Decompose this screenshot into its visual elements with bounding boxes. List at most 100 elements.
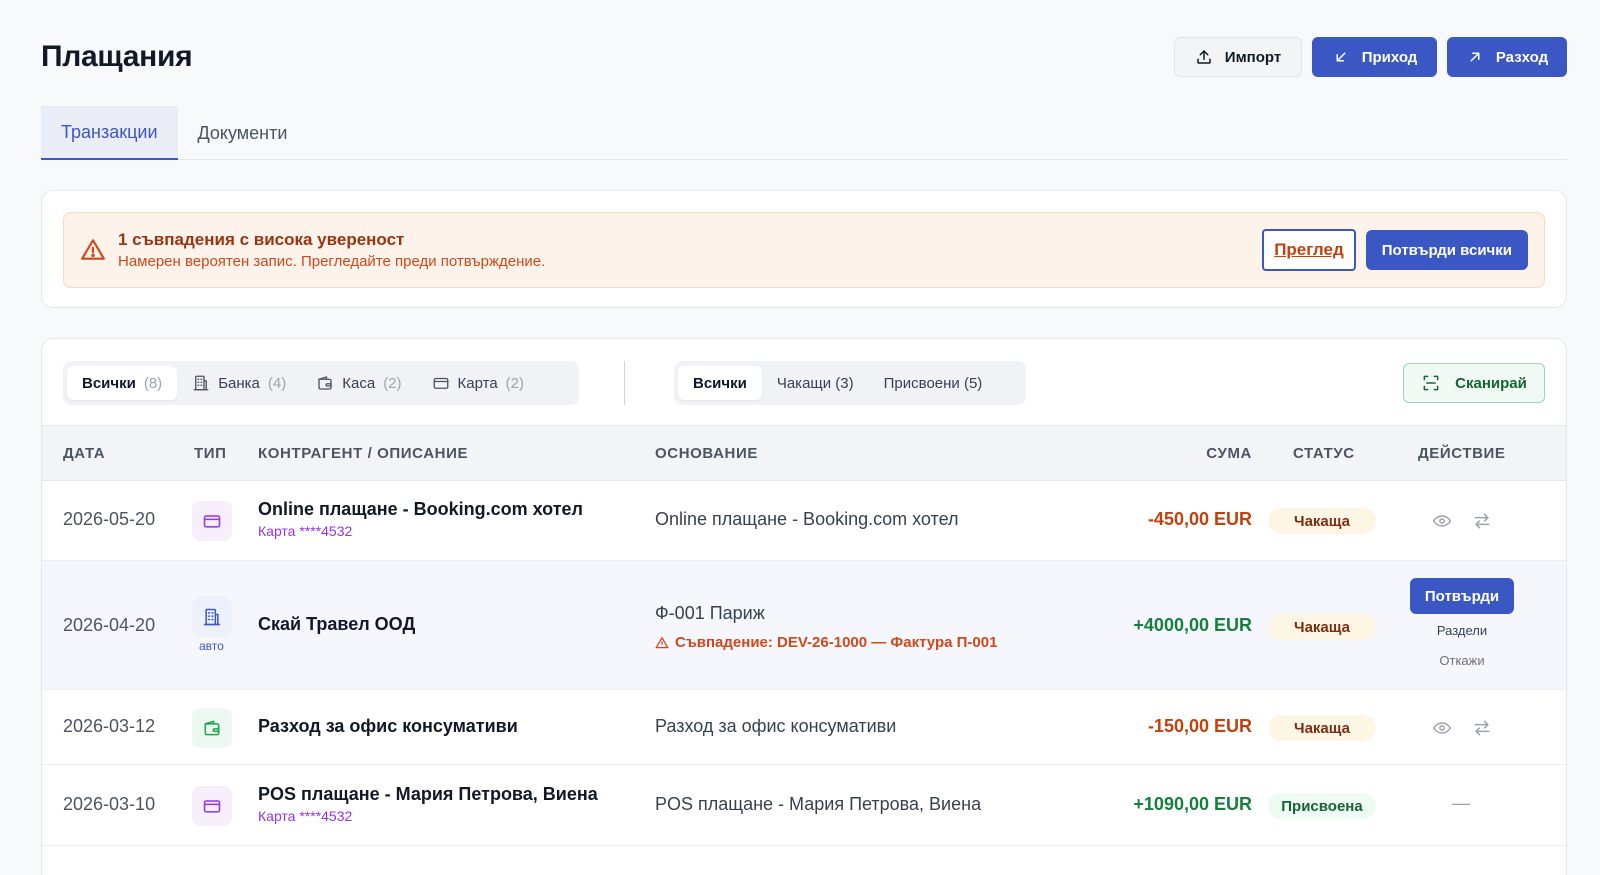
header-actions: Импорт Приход Разход (1174, 37, 1567, 77)
filter-count: (8) (143, 374, 163, 392)
row-date: 2026-04-20 (63, 615, 156, 635)
split-link[interactable]: Раздели (1410, 623, 1514, 638)
eye-icon[interactable] (1432, 718, 1452, 738)
row-amount: -150,00 EUR (1147, 716, 1252, 736)
scan-label: Сканирай (1455, 374, 1527, 392)
card-icon (203, 515, 221, 528)
confirm-all-button[interactable]: Потвърди всички (1365, 230, 1528, 270)
row-date: 2026-03-12 (63, 716, 156, 736)
eye-icon[interactable] (1432, 511, 1452, 531)
tab-transactions[interactable]: Транзакции (41, 106, 178, 160)
column-header-status[interactable]: СТАТУС (1293, 445, 1355, 462)
row-basis: Online плащане - Booking.com хотел (655, 509, 959, 529)
scan-button[interactable]: Сканирай (1403, 363, 1545, 403)
row-basis: Разход за офис консумативи (655, 716, 897, 736)
warning-icon (81, 239, 105, 260)
row-party: Скай Травел ООД (258, 614, 415, 635)
alert-card: 1 съвпадения с висока увереност Намерен … (41, 190, 1567, 308)
transfer-icon[interactable] (1472, 511, 1492, 531)
basis-text: Ф-001 Париж (655, 603, 765, 623)
party-name: POS плащане - Мария Петрова, Виена (258, 784, 598, 804)
party-name: Разход за офис консумативи (258, 716, 518, 736)
filter-divider (624, 361, 625, 405)
import-button[interactable]: Импорт (1174, 37, 1302, 77)
row-amount: +1090,00 EUR (1133, 794, 1252, 814)
type-badge (192, 708, 232, 748)
row-amount: -450,00 EUR (1147, 509, 1252, 529)
type-badge (192, 786, 232, 826)
filter-label: Всички (82, 374, 136, 392)
table-header: ДАТА ТИП КОНТРАГЕНТ / ОПИСАНИЕ ОСНОВАНИЕ… (42, 425, 1566, 481)
status-badge: Чакаща (1268, 715, 1376, 741)
row-basis: POS плащане - Мария Петрова, Виена (655, 794, 982, 814)
column-header-party[interactable]: КОНТРАГЕНТ / ОПИСАНИЕ (258, 445, 468, 462)
filter-source-cash[interactable]: Каса (2) (301, 366, 416, 400)
column-header-date[interactable]: ДАТА (63, 445, 105, 462)
filter-source-card[interactable]: Карта (2) (417, 366, 539, 400)
main-tabs: Транзакции Документи (41, 106, 1567, 160)
party-subtitle: Карта ****4532 (258, 808, 353, 824)
row-party: Разход за офис консумативи (258, 716, 518, 737)
tab-documents[interactable]: Документи (178, 106, 308, 160)
column-header-basis[interactable]: ОСНОВАНИЕ (655, 445, 758, 462)
match-alert: 1 съвпадения с висока увереност Намерен … (63, 212, 1545, 288)
upload-icon (1197, 50, 1211, 64)
no-action-dash: — (1452, 793, 1470, 813)
filter-label: Карта (457, 374, 498, 392)
table-row[interactable]: 2026-03-10 POS плащане - Мария Петрова, … (42, 765, 1566, 846)
auto-label: авто (199, 639, 224, 653)
row-amount: +4000,00 EUR (1133, 615, 1252, 635)
review-button[interactable]: Преглед (1262, 229, 1356, 271)
card-icon (433, 377, 448, 389)
filter-label: Каса (342, 374, 376, 392)
page-title: Плащания (41, 40, 193, 73)
row-party: Online плащане - Booking.com хотел Карта… (258, 499, 583, 539)
alert-texts: 1 съвпадения с висока увереност Намерен … (118, 230, 1262, 270)
column-header-action: ДЕЙСТВИЕ (1418, 445, 1506, 462)
status-badge: Присвоена (1268, 793, 1376, 819)
source-filter: Всички (8) Банка (4) Каса (2) Карта (2) (63, 361, 579, 405)
confirm-button[interactable]: Потвърди (1410, 578, 1514, 614)
bank-icon (203, 608, 221, 626)
match-info[interactable]: Съвпадение: DEV-26-1000 — Фактура П-001 (655, 634, 997, 651)
filter-label: Банка (218, 374, 260, 392)
type-badge (192, 597, 232, 637)
party-name: Online плащане - Booking.com хотел (258, 499, 583, 519)
transactions-card: Всички (8) Банка (4) Каса (2) Карта (2) … (41, 338, 1567, 875)
filter-source-all[interactable]: Всички (8) (67, 366, 178, 400)
income-label: Приход (1361, 48, 1418, 66)
table-row[interactable] (42, 846, 1566, 875)
alert-title: 1 съвпадения с висока увереност (118, 230, 405, 249)
status-filter: Всички Чакащи (3) Присвоени (5) (674, 361, 1026, 405)
wallet-icon (318, 376, 332, 390)
expense-button[interactable]: Разход (1447, 37, 1567, 77)
expense-label: Разход (1495, 48, 1549, 66)
filter-status-all[interactable]: Всички (678, 366, 762, 400)
table-row[interactable]: 2026-04-20 авто Скай Травел ООД Ф-001 Па… (42, 561, 1566, 690)
card-icon (203, 800, 221, 813)
type-badge (192, 501, 232, 541)
status-badge: Чакаща (1268, 508, 1376, 534)
table-row[interactable]: 2026-05-20 Online плащане - Booking.com … (42, 481, 1566, 561)
income-button[interactable]: Приход (1312, 37, 1437, 77)
filter-source-bank[interactable]: Банка (4) (177, 366, 301, 400)
filter-status-assigned[interactable]: Присвоени (5) (869, 366, 998, 400)
row-basis: Ф-001 Париж Съвпадение: DEV-26-1000 — Фа… (655, 603, 997, 651)
transfer-icon[interactable] (1472, 718, 1492, 738)
filter-bar: Всички (8) Банка (4) Каса (2) Карта (2) … (42, 339, 1566, 425)
page-header: Плащания Импорт Приход Разход (41, 36, 1567, 78)
reject-link[interactable]: Откажи (1410, 653, 1514, 668)
bank-icon (193, 375, 209, 391)
filter-count: (2) (383, 374, 402, 392)
row-actions (1422, 718, 1502, 738)
column-header-amount[interactable]: СУМА (1206, 445, 1252, 462)
party-subtitle: Карта ****4532 (258, 523, 353, 539)
arrow-down-left-icon (1336, 52, 1346, 62)
column-header-type[interactable]: ТИП (194, 445, 227, 462)
table-row[interactable]: 2026-03-12 Разход за офис консумативи Ра… (42, 690, 1566, 765)
status-badge: Чакаща (1268, 614, 1376, 640)
arrow-up-right-icon (1470, 52, 1480, 62)
scan-icon (1423, 375, 1439, 391)
row-date: 2026-05-20 (63, 509, 156, 529)
filter-status-pending[interactable]: Чакащи (3) (762, 366, 869, 400)
